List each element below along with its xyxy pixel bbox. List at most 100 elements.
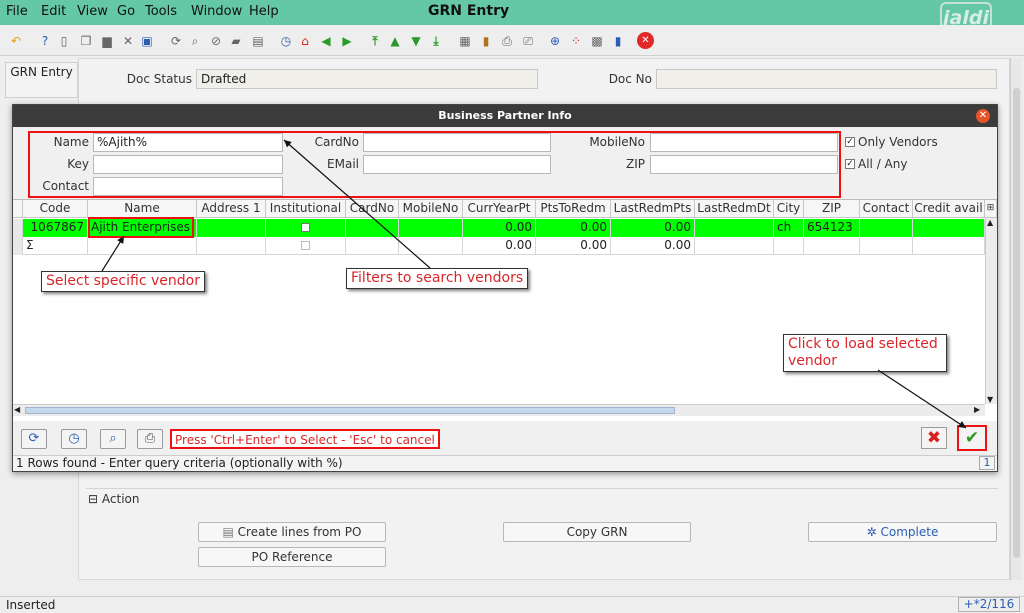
- scroll-right-icon[interactable]: ▶: [974, 405, 980, 414]
- scroll-down-icon[interactable]: ▼: [987, 395, 993, 404]
- all-any-checkbox[interactable]: ✓: [845, 159, 855, 169]
- load-vendor-callout-line1: Click to load selected: [788, 336, 938, 352]
- institutional-checkbox: [301, 223, 310, 232]
- total-lastredmpts: 0.00: [611, 237, 695, 255]
- column-header[interactable]: Name: [88, 200, 197, 218]
- record-count[interactable]: +*2/116: [958, 597, 1020, 612]
- product-info-icon[interactable]: ▩: [589, 33, 605, 49]
- previous-record-icon[interactable]: ▲: [387, 33, 403, 49]
- requery-button[interactable]: ⟳: [21, 429, 47, 449]
- help-icon[interactable]: ?: [37, 33, 53, 49]
- toolbar: ↶ ? ▯ ❐ ▆ ✕ ▣ ⟳ ⌕ ⊘ ▰ ▤ ◷ ⌂ ◀ ▶ ⤒ ▲ ▼ ⤓ …: [0, 25, 1024, 56]
- menu-tools[interactable]: Tools: [145, 4, 177, 19]
- results-table: Code Name Address 1 Institutional CardNo…: [13, 199, 997, 421]
- column-header[interactable]: LastRedmDt: [695, 200, 774, 218]
- window-title: GRN Entry: [428, 3, 510, 19]
- column-header[interactable]: PtsToRedm: [536, 200, 611, 218]
- history-button[interactable]: ◷: [61, 429, 87, 449]
- print-preview-icon[interactable]: ⎚: [520, 33, 536, 49]
- previous-icon[interactable]: ◀: [318, 33, 334, 49]
- last-record-icon[interactable]: ⤓: [428, 33, 444, 49]
- grid-toggle-icon[interactable]: ▤: [250, 33, 266, 49]
- vendor-name-highlight-box: [88, 217, 194, 238]
- column-header[interactable]: Credit avail: [913, 200, 985, 218]
- credit-avail-cell: [913, 219, 985, 237]
- horizontal-scroll-thumb[interactable]: [25, 407, 675, 414]
- undo-icon[interactable]: ↶: [8, 33, 24, 49]
- column-header[interactable]: CardNo: [346, 200, 399, 218]
- main-scrollbar-thumb[interactable]: [1013, 88, 1020, 558]
- scroll-up-icon[interactable]: ▲: [987, 218, 993, 227]
- refresh-icon[interactable]: ⟳: [168, 33, 184, 49]
- column-header[interactable]: LastRedmPts: [611, 200, 695, 218]
- dialog-titlebar[interactable]: Business Partner Info ✕: [13, 105, 997, 127]
- column-header[interactable]: Code: [23, 200, 88, 218]
- ok-button[interactable]: ✔: [957, 425, 987, 451]
- archive-icon[interactable]: ▮: [478, 33, 494, 49]
- row-selector[interactable]: [13, 219, 23, 237]
- zoom-button[interactable]: ⌕: [100, 429, 126, 449]
- create-lines-from-po-button[interactable]: ▤ Create lines from PO: [198, 522, 386, 542]
- attachment-icon[interactable]: ⊘: [208, 33, 224, 49]
- menu-help[interactable]: Help: [249, 4, 279, 19]
- workflow-icon[interactable]: ⁘: [568, 33, 584, 49]
- grid-horizontal-scrollbar[interactable]: ◀ ▶: [13, 404, 985, 416]
- first-record-icon[interactable]: ⤒: [367, 33, 383, 49]
- new-icon[interactable]: ▯: [56, 33, 72, 49]
- complete-button[interactable]: ✲ Complete: [808, 522, 997, 542]
- po-reference-button[interactable]: PO Reference: [198, 547, 386, 567]
- report-icon[interactable]: ▦: [457, 33, 473, 49]
- find-icon[interactable]: ⌕: [187, 33, 203, 49]
- row-header-corner: [13, 200, 23, 218]
- menu-go[interactable]: Go: [117, 4, 135, 19]
- copy-grn-button[interactable]: Copy GRN: [503, 522, 691, 542]
- doc-status-field[interactable]: Drafted: [196, 69, 538, 89]
- collapse-icon: ⊟: [88, 492, 99, 506]
- document-icon: ▤: [222, 525, 234, 539]
- chat-icon[interactable]: ▰: [228, 33, 244, 49]
- contact-cell: [860, 219, 913, 237]
- column-header[interactable]: Address 1: [197, 200, 266, 218]
- keyboard-hint: Press 'Ctrl+Enter' to Select - 'Esc' to …: [170, 429, 440, 449]
- column-header[interactable]: Contact: [860, 200, 913, 218]
- delete-selection-icon[interactable]: ✕: [120, 33, 136, 49]
- scroll-left-icon[interactable]: ◀: [14, 405, 20, 414]
- print-icon: ⎙: [144, 431, 156, 446]
- action-section-header[interactable]: ⊟ Action: [88, 492, 139, 506]
- totals-row: Σ 0.00 0.00 0.00: [13, 237, 985, 255]
- history-icon[interactable]: ◷: [278, 33, 294, 49]
- print-icon[interactable]: ⎙: [499, 33, 515, 49]
- column-header[interactable]: ZIP: [804, 200, 860, 218]
- cancel-button[interactable]: ✖: [921, 427, 947, 449]
- doc-no-field[interactable]: [656, 69, 997, 89]
- totals-cell: [346, 237, 399, 255]
- menu-edit[interactable]: Edit: [41, 4, 66, 19]
- end-icon[interactable]: ▮: [610, 33, 626, 49]
- next-icon[interactable]: ▶: [339, 33, 355, 49]
- column-header[interactable]: CurrYearPt: [463, 200, 536, 218]
- zoom-across-icon[interactable]: ⊕: [547, 33, 563, 49]
- delete-icon[interactable]: ▆: [99, 33, 115, 49]
- totals-cell: [774, 237, 804, 255]
- column-header[interactable]: MobileNo: [399, 200, 463, 218]
- menu-window[interactable]: Window: [191, 4, 242, 19]
- column-header[interactable]: Institutional: [266, 200, 346, 218]
- menu-bar: File Edit View Go Tools Window Help GRN …: [0, 0, 1024, 36]
- column-header[interactable]: City: [774, 200, 804, 218]
- main-scrollbar[interactable]: [1010, 58, 1022, 580]
- totals-cell: [266, 237, 346, 255]
- column-chooser-icon[interactable]: ⊞: [985, 200, 997, 218]
- menu-file[interactable]: File: [6, 4, 28, 19]
- menu-view[interactable]: View: [77, 4, 108, 19]
- only-vendors-checkbox[interactable]: ✓: [845, 137, 855, 147]
- home-icon[interactable]: ⌂: [297, 33, 313, 49]
- tab-grn-entry[interactable]: GRN Entry: [5, 62, 78, 98]
- print-button[interactable]: ⎙: [137, 429, 163, 449]
- next-record-icon[interactable]: ▼: [408, 33, 424, 49]
- close-window-icon[interactable]: ✕: [637, 32, 654, 49]
- grid-vertical-scrollbar[interactable]: ▲ ▼: [985, 218, 997, 404]
- copy-icon[interactable]: ❐: [78, 33, 94, 49]
- row-selector: [13, 237, 23, 255]
- close-icon[interactable]: ✕: [976, 109, 990, 123]
- save-icon[interactable]: ▣: [139, 33, 155, 49]
